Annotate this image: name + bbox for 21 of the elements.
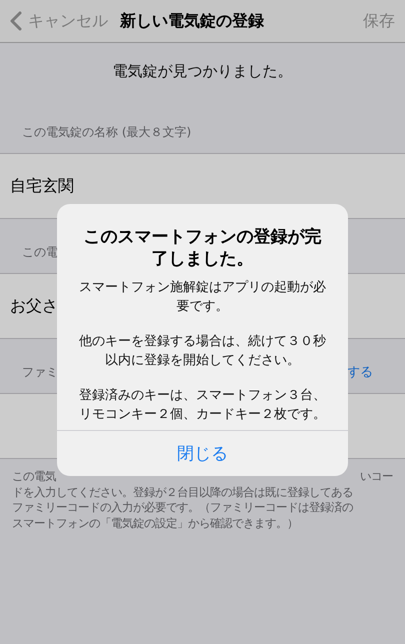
cancel-button[interactable]: キャンセル [28,10,108,32]
row-text: お父さ [10,296,58,316]
footer-note: いコー [360,469,393,484]
close-button[interactable]: 閉じる [57,430,348,476]
alert-title: このスマートフォンの登録が完了しました。 [82,226,322,270]
link[interactable]: する [347,363,373,381]
section-label: ファミ [22,364,58,380]
section-label: この電気錠の名称 (最大８文字) [22,124,192,140]
alert-message: スマートフォン施解錠はアプリの起動が必要です。 [78,279,327,316]
footer-note: ファミリーコードの入力が必要です。（ファミリーコードは登録済の [12,500,354,516]
footer-note: この電気 [12,469,56,484]
status-message: 電気錠が見つかりました。 [112,62,292,80]
screen-title: 新しい電気錠の登録 [120,10,265,32]
section-label: この電 [22,244,58,260]
footer-note: ドを入力してください。登録が２台目以降の場合は既に登録してある [12,484,354,500]
footer-note: スマートフォンの「電気錠の設定」から確認できます。） [12,516,299,531]
row-text: 自宅玄関 [10,176,74,196]
alert-message: 登録済みのキーは、スマートフォン３台、リモコンキー２個、カードキー２枚です。 [78,387,327,424]
alert-message: 他のキーを登録する場合は、続けて３０秒以内に登録を開始してください。 [78,333,327,370]
save-button[interactable]: 保存 [363,10,395,32]
back-icon[interactable] [10,11,22,31]
